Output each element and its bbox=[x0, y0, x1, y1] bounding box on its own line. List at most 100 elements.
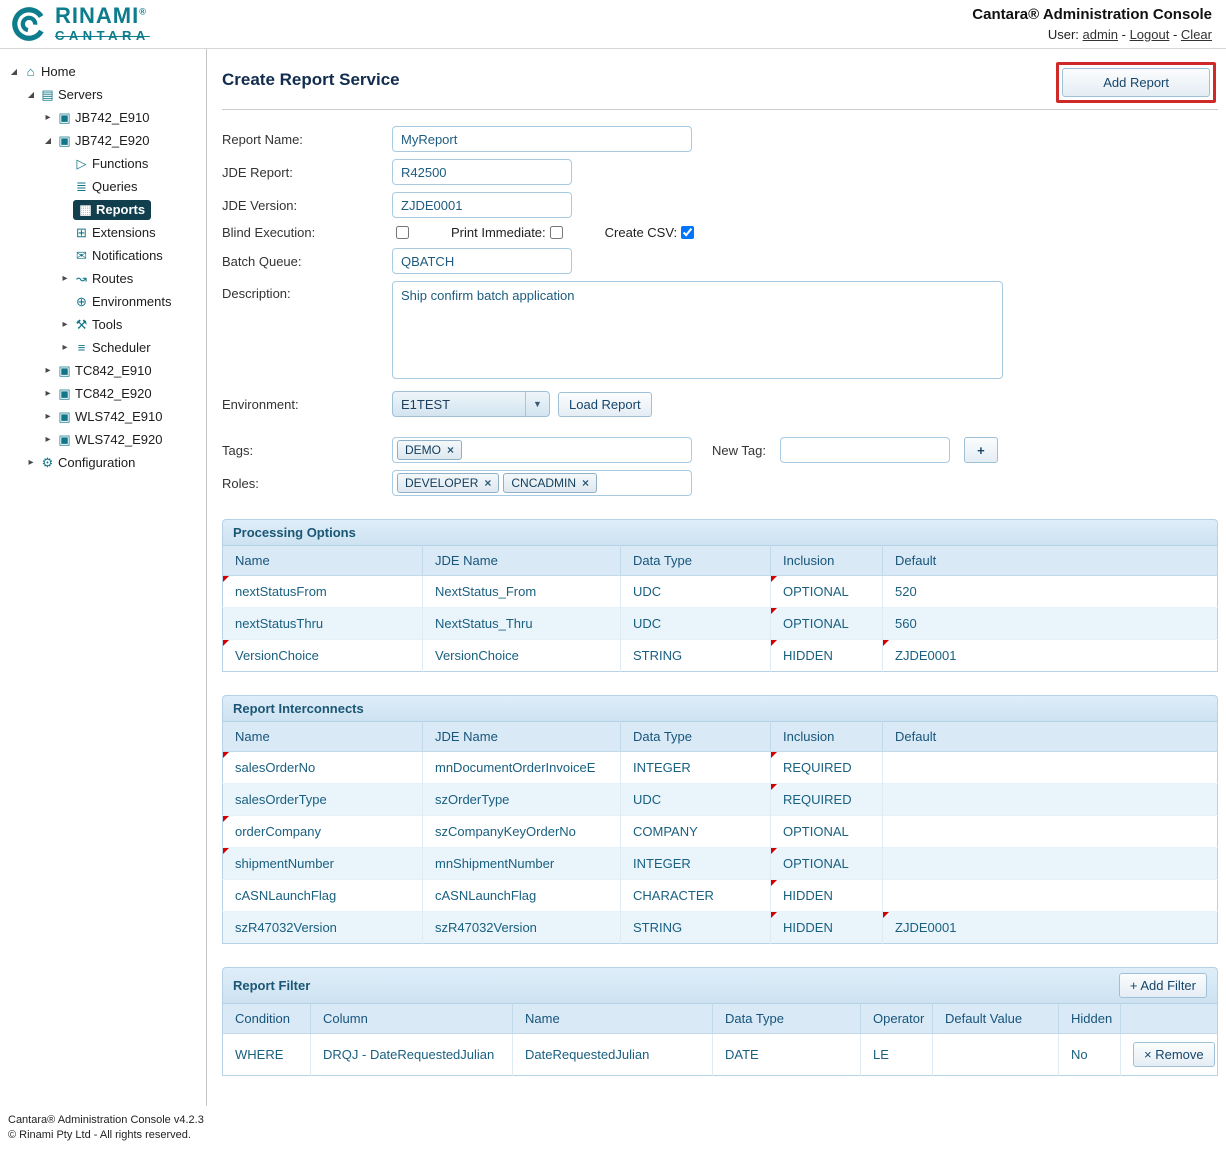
table-cell[interactable]: REQUIRED bbox=[771, 784, 883, 816]
table-cell[interactable]: WHERE bbox=[223, 1034, 311, 1076]
table-cell[interactable]: shipmentNumber bbox=[223, 848, 423, 880]
remove-chip-icon[interactable]: × bbox=[582, 476, 589, 490]
sidebar-item-scheduler[interactable]: ▸≡Scheduler bbox=[0, 336, 206, 359]
load-report-button[interactable]: Load Report bbox=[558, 392, 652, 417]
add-report-button[interactable]: Add Report bbox=[1062, 68, 1210, 97]
expand-arrow-icon[interactable]: ▸ bbox=[40, 365, 56, 376]
table-cell[interactable]: mnDocumentOrderInvoiceE bbox=[423, 752, 621, 784]
table-cell[interactable]: LE bbox=[861, 1034, 933, 1076]
table-row[interactable]: orderCompanyszCompanyKeyOrderNoCOMPANYOP… bbox=[223, 816, 1218, 848]
table-cell[interactable]: HIDDEN bbox=[771, 880, 883, 912]
table-cell[interactable]: orderCompany bbox=[223, 816, 423, 848]
expand-arrow-icon[interactable]: ▸ bbox=[40, 388, 56, 399]
environment-select[interactable]: E1TEST ▼ bbox=[392, 391, 550, 417]
table-cell[interactable] bbox=[883, 784, 1218, 816]
table-cell[interactable]: OPTIONAL bbox=[771, 608, 883, 640]
sidebar-item-jb742_e910[interactable]: ▸▣JB742_E910 bbox=[0, 106, 206, 129]
jde-version-input[interactable] bbox=[392, 192, 572, 218]
expand-arrow-icon[interactable]: ▸ bbox=[40, 112, 56, 123]
collapse-arrow-icon[interactable]: ◢ bbox=[6, 67, 22, 76]
table-cell[interactable]: ZJDE0001 bbox=[883, 912, 1218, 944]
table-cell[interactable]: UDC bbox=[621, 784, 771, 816]
table-row[interactable]: VersionChoiceVersionChoiceSTRINGHIDDENZJ… bbox=[223, 640, 1218, 672]
tags-input[interactable]: DEMO× bbox=[392, 437, 692, 463]
sidebar-item-wls742_e910[interactable]: ▸▣WLS742_E910 bbox=[0, 405, 206, 428]
table-cell[interactable]: nextStatusThru bbox=[223, 608, 423, 640]
table-cell[interactable]: DRQJ - DateRequestedJulian bbox=[311, 1034, 513, 1076]
sidebar-item-home[interactable]: ◢⌂Home bbox=[0, 60, 206, 83]
user-name-link[interactable]: admin bbox=[1083, 27, 1118, 42]
collapse-arrow-icon[interactable]: ◢ bbox=[40, 136, 56, 145]
table-row[interactable]: WHEREDRQJ - DateRequestedJulianDateReque… bbox=[223, 1034, 1218, 1076]
sidebar-item-servers[interactable]: ◢▤Servers bbox=[0, 83, 206, 106]
table-cell[interactable]: INTEGER bbox=[621, 752, 771, 784]
table-cell[interactable]: NextStatus_Thru bbox=[423, 608, 621, 640]
sidebar-item-extensions[interactable]: ⊞Extensions bbox=[0, 221, 206, 244]
table-cell[interactable]: szCompanyKeyOrderNo bbox=[423, 816, 621, 848]
table-cell[interactable]: mnShipmentNumber bbox=[423, 848, 621, 880]
sidebar-item-routes[interactable]: ▸↝Routes bbox=[0, 267, 206, 290]
table-cell[interactable]: salesOrderNo bbox=[223, 752, 423, 784]
remove-filter-button[interactable]: × Remove bbox=[1133, 1042, 1215, 1067]
print-immediate-checkbox[interactable] bbox=[550, 226, 563, 239]
expand-arrow-icon[interactable]: ▸ bbox=[57, 319, 73, 330]
blind-execution-checkbox[interactable] bbox=[396, 226, 409, 239]
tag-chip[interactable]: DEMO× bbox=[397, 440, 462, 460]
expand-arrow-icon[interactable]: ▸ bbox=[57, 342, 73, 353]
description-textarea[interactable]: Ship confirm batch application bbox=[392, 281, 1003, 379]
app-logo[interactable]: RINAMI® CANTARA bbox=[10, 5, 150, 43]
table-cell[interactable]: VersionChoice bbox=[423, 640, 621, 672]
add-tag-button[interactable]: + bbox=[964, 437, 998, 463]
expand-arrow-icon[interactable]: ▸ bbox=[40, 411, 56, 422]
create-csv-checkbox[interactable] bbox=[681, 226, 694, 239]
table-row[interactable]: cASNLaunchFlagcASNLaunchFlagCHARACTERHID… bbox=[223, 880, 1218, 912]
table-cell[interactable] bbox=[883, 848, 1218, 880]
logout-link[interactable]: Logout bbox=[1130, 27, 1170, 42]
tag-chip[interactable]: DEVELOPER× bbox=[397, 473, 499, 493]
table-cell[interactable]: UDC bbox=[621, 576, 771, 608]
clear-link[interactable]: Clear bbox=[1181, 27, 1212, 42]
table-cell[interactable]: NextStatus_From bbox=[423, 576, 621, 608]
remove-chip-icon[interactable]: × bbox=[447, 443, 454, 457]
new-tag-input[interactable] bbox=[780, 437, 950, 463]
sidebar-item-tools[interactable]: ▸⚒Tools bbox=[0, 313, 206, 336]
table-cell[interactable]: INTEGER bbox=[621, 848, 771, 880]
table-cell[interactable]: REQUIRED bbox=[771, 752, 883, 784]
table-cell[interactable]: OPTIONAL bbox=[771, 816, 883, 848]
tag-chip[interactable]: CNCADMIN× bbox=[503, 473, 597, 493]
sidebar-item-environments[interactable]: ⊕Environments bbox=[0, 290, 206, 313]
sidebar-item-reports[interactable]: ▦Reports bbox=[0, 198, 206, 221]
table-cell[interactable]: HIDDEN bbox=[771, 912, 883, 944]
table-cell[interactable]: OPTIONAL bbox=[771, 848, 883, 880]
jde-report-input[interactable] bbox=[392, 159, 572, 185]
table-cell[interactable]: DATE bbox=[713, 1034, 861, 1076]
table-cell[interactable]: No bbox=[1059, 1034, 1121, 1076]
table-row[interactable]: salesOrderTypeszOrderTypeUDCREQUIRED bbox=[223, 784, 1218, 816]
sidebar-item-tc842_e920[interactable]: ▸▣TC842_E920 bbox=[0, 382, 206, 405]
table-cell[interactable]: VersionChoice bbox=[223, 640, 423, 672]
table-cell[interactable]: STRING bbox=[621, 912, 771, 944]
table-cell[interactable]: szR47032Version bbox=[423, 912, 621, 944]
table-cell[interactable] bbox=[933, 1034, 1059, 1076]
table-cell[interactable] bbox=[883, 880, 1218, 912]
table-cell[interactable]: DateRequestedJulian bbox=[513, 1034, 713, 1076]
table-cell[interactable]: STRING bbox=[621, 640, 771, 672]
table-row[interactable]: nextStatusThruNextStatus_ThruUDCOPTIONAL… bbox=[223, 608, 1218, 640]
table-cell[interactable] bbox=[883, 816, 1218, 848]
batch-queue-input[interactable] bbox=[392, 248, 572, 274]
table-cell[interactable]: cASNLaunchFlag bbox=[423, 880, 621, 912]
sidebar-item-wls742_e920[interactable]: ▸▣WLS742_E920 bbox=[0, 428, 206, 451]
table-cell[interactable]: COMPANY bbox=[621, 816, 771, 848]
sidebar-item-configuration[interactable]: ▸⚙Configuration bbox=[0, 451, 206, 474]
sidebar-item-tc842_e910[interactable]: ▸▣TC842_E910 bbox=[0, 359, 206, 382]
expand-arrow-icon[interactable]: ▸ bbox=[40, 434, 56, 445]
collapse-arrow-icon[interactable]: ◢ bbox=[23, 90, 39, 99]
table-cell[interactable]: szR47032Version bbox=[223, 912, 423, 944]
table-cell[interactable]: szOrderType bbox=[423, 784, 621, 816]
table-row[interactable]: szR47032VersionszR47032VersionSTRINGHIDD… bbox=[223, 912, 1218, 944]
table-row[interactable]: shipmentNumbermnShipmentNumberINTEGEROPT… bbox=[223, 848, 1218, 880]
table-cell[interactable]: UDC bbox=[621, 608, 771, 640]
add-filter-button[interactable]: + Add Filter bbox=[1119, 973, 1207, 998]
table-row[interactable]: nextStatusFromNextStatus_FromUDCOPTIONAL… bbox=[223, 576, 1218, 608]
table-cell[interactable]: OPTIONAL bbox=[771, 576, 883, 608]
